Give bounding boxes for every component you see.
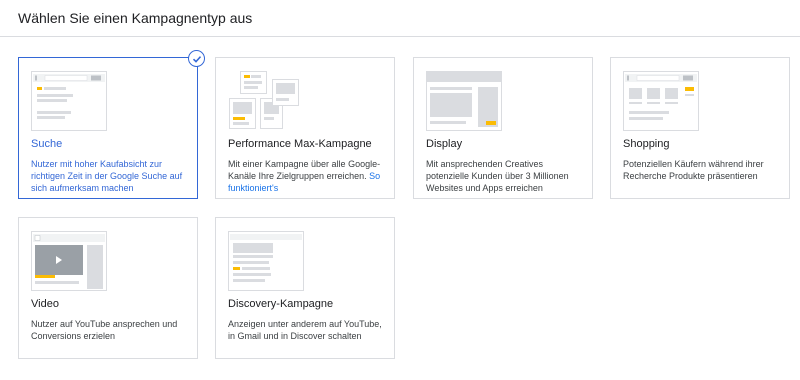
campaign-card-search[interactable]: Suche Nutzer mit hoher Kaufabsicht zur r… <box>18 50 205 199</box>
card-title: Display <box>426 138 463 150</box>
search-thumbnail-icon <box>31 71 107 131</box>
campaign-card-performance-max[interactable]: Performance Max-Kampagne Mit einer Kampa… <box>215 57 395 199</box>
card-title: Shopping <box>623 138 670 150</box>
card-title: Performance Max-Kampagne <box>228 138 372 150</box>
page-header: Wählen Sie einen Kampagnentyp aus <box>0 0 800 37</box>
campaign-card-discovery[interactable]: Discovery-Kampagne Anzeigen unter andere… <box>215 217 395 359</box>
card-description: Nutzer auf YouTube ansprechen und Conver… <box>31 319 178 341</box>
performance-max-thumbnail-icon <box>229 71 299 129</box>
video-thumbnail-icon <box>31 231 107 291</box>
card-title: Discovery-Kampagne <box>228 298 334 310</box>
card-description: Anzeigen unter anderem auf YouTube, in G… <box>228 319 382 341</box>
card-title: Video <box>31 298 59 310</box>
card-description: Mit ansprechenden Creatives potenzielle … <box>426 159 569 193</box>
shopping-thumbnail-icon <box>623 71 699 131</box>
discovery-thumbnail-icon <box>228 231 304 291</box>
campaign-card-shopping[interactable]: Shopping Potenziellen Käufern während ih… <box>610 57 790 199</box>
checkmark-icon <box>188 50 205 67</box>
card-description: Nutzer mit hoher Kaufabsicht zur richtig… <box>31 159 183 193</box>
page-title: Wählen Sie einen Kampagnentyp aus <box>18 10 253 26</box>
display-thumbnail-icon <box>426 71 502 131</box>
card-description: Potenziellen Käufern während ihrer Reche… <box>623 159 764 181</box>
card-description-text: Mit einer Kampagne über alle Google-Kanä… <box>228 159 381 181</box>
card-title: Suche <box>31 138 63 150</box>
campaign-card-video[interactable]: Video Nutzer auf YouTube ansprechen und … <box>18 217 198 359</box>
card-description: Mit einer Kampagne über alle Google-Kanä… <box>228 158 388 194</box>
campaign-card-display[interactable]: Display Mit ansprechenden Creatives pote… <box>413 57 593 199</box>
